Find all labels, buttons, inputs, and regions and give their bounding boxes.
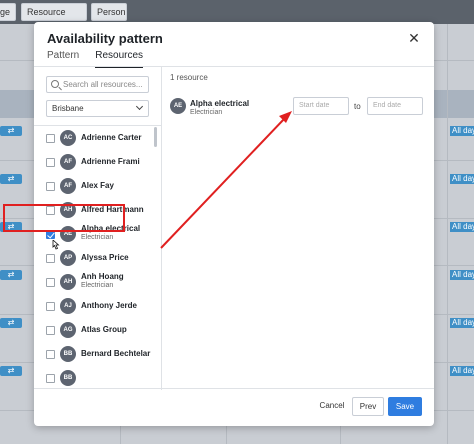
resource-name: Adrienne Frami	[81, 157, 140, 166]
background-event-tag[interactable]: ⇄	[0, 174, 22, 184]
list-item[interactable]: AH Anh Hoang Electrician	[34, 271, 161, 295]
annotation-highlight-box	[3, 204, 125, 232]
resource-name: Anthony Jerde	[81, 301, 138, 310]
start-date-input[interactable]: Start date	[293, 97, 349, 115]
all-day-tag[interactable]: All day	[450, 318, 474, 328]
search-icon	[51, 80, 59, 88]
save-button[interactable]: Save	[388, 397, 422, 416]
location-select[interactable]: Brisbane	[46, 100, 149, 117]
search-placeholder: Search all resources...	[63, 80, 143, 89]
resource-name: Atlas Group	[81, 325, 127, 334]
end-date-input[interactable]: End date	[367, 97, 423, 115]
avatar: AF	[60, 178, 76, 194]
background-topbar: ge Resource type × Person	[0, 0, 474, 33]
resource-name: Alex Fay	[81, 181, 114, 190]
list-item[interactable]: AJ Anthony Jerde	[34, 295, 161, 319]
background-event-tag[interactable]: ⇄	[0, 318, 22, 328]
mouse-cursor-icon	[52, 240, 60, 250]
checkbox[interactable]	[46, 302, 55, 311]
resource-name: Anh Hoang	[81, 272, 124, 281]
divider	[34, 125, 161, 126]
avatar: AP	[60, 250, 76, 266]
to-label: to	[354, 102, 361, 111]
filter-chip-person[interactable]: Person	[91, 3, 127, 21]
checkbox[interactable]	[46, 278, 55, 287]
all-day-tag[interactable]: All day	[450, 174, 474, 184]
list-item[interactable]: BB Bernard Bechtelar	[34, 343, 161, 367]
checkbox[interactable]	[46, 326, 55, 335]
close-icon[interactable]: ✕	[406, 30, 422, 46]
avatar: BB	[60, 370, 76, 386]
search-input[interactable]: Search all resources...	[46, 76, 149, 93]
resource-role: Electrician	[81, 234, 114, 241]
resource-role: Electrician	[81, 282, 114, 289]
avatar: AC	[60, 130, 76, 146]
checkbox[interactable]	[46, 134, 55, 143]
all-day-tag[interactable]: All day	[450, 270, 474, 280]
chevron-down-icon	[135, 102, 144, 111]
checkbox[interactable]	[46, 350, 55, 359]
selected-count: 1 resource	[170, 73, 208, 82]
selected-resource-role: Electrician	[190, 109, 223, 116]
resource-name: Alyssa Price	[81, 253, 129, 262]
divider	[34, 388, 434, 389]
list-item[interactable]: AF Adrienne Frami	[34, 151, 161, 175]
avatar: AE	[170, 98, 186, 114]
all-day-tag[interactable]: All day	[450, 222, 474, 232]
checkbox[interactable]	[46, 374, 55, 383]
avatar: AH	[60, 274, 76, 290]
filter-chip-partial[interactable]: ge	[0, 3, 17, 21]
background-event-tag[interactable]: ⇄	[0, 366, 22, 376]
checkbox[interactable]	[46, 254, 55, 263]
avatar: AF	[60, 154, 76, 170]
grid-line	[447, 24, 448, 444]
checkbox[interactable]	[46, 158, 55, 167]
background-event-tag[interactable]: ⇄	[0, 126, 22, 136]
background-event-tag[interactable]: ⇄	[0, 270, 22, 280]
all-day-tag[interactable]: All day	[450, 126, 474, 136]
location-value: Brisbane	[52, 104, 84, 113]
selected-resource-name: Alpha electrical	[190, 99, 250, 108]
avatar: AG	[60, 322, 76, 338]
all-day-tag[interactable]: All day	[450, 366, 474, 376]
resource-name: Adrienne Carter	[81, 133, 142, 142]
checkbox[interactable]	[46, 182, 55, 191]
list-item[interactable]: BB	[34, 367, 161, 390]
list-item[interactable]: AF Alex Fay	[34, 175, 161, 199]
list-item[interactable]: AP Alyssa Price	[34, 247, 161, 271]
avatar: AJ	[60, 298, 76, 314]
avatar: BB	[60, 346, 76, 362]
resource-name: Bernard Bechtelar	[81, 349, 151, 358]
modal-title: Availability pattern	[47, 31, 163, 46]
list-item[interactable]: AC Adrienne Carter	[34, 127, 161, 151]
cancel-button[interactable]: Cancel	[316, 397, 348, 416]
filter-chip-resource-type[interactable]: Resource type ×	[21, 3, 87, 33]
prev-button[interactable]: Prev	[352, 397, 384, 416]
resource-list: AC Adrienne Carter AF Adrienne Frami AF …	[34, 127, 161, 390]
list-item[interactable]: AG Atlas Group	[34, 319, 161, 343]
